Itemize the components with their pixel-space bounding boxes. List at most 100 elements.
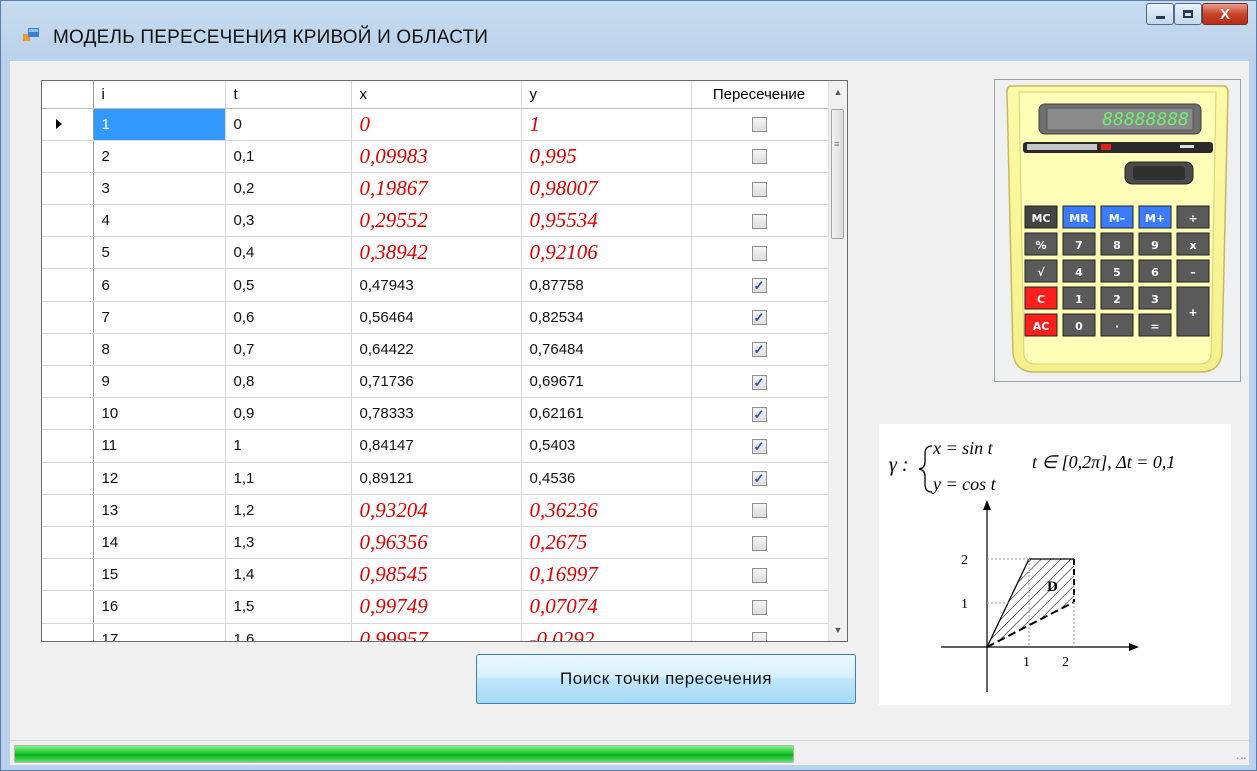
intersection-checkbox[interactable] — [751, 535, 767, 551]
column-header-y[interactable]: y — [521, 81, 692, 109]
cell-intersection[interactable]: ✓ — [691, 333, 829, 367]
row-header[interactable] — [42, 462, 94, 495]
cell-x[interactable]: 0 — [351, 108, 522, 141]
calculator-key[interactable]: 3 — [1138, 286, 1172, 310]
table-row[interactable]: 5 0,4 0,38942 0,92106 — [42, 236, 829, 270]
table-row[interactable]: 8 0,7 0,64422 0,76484 ✓ — [42, 333, 829, 367]
cell-i[interactable]: 3 — [93, 172, 226, 206]
cell-y[interactable]: 0,5403 — [521, 429, 692, 463]
calculator-key[interactable]: AC — [1024, 313, 1058, 337]
calculator-key[interactable]: = — [1138, 313, 1172, 337]
cell-intersection[interactable]: ✓ — [691, 462, 829, 495]
cell-intersection[interactable] — [691, 236, 829, 270]
cell-intersection[interactable]: ✓ — [691, 365, 829, 399]
cell-intersection[interactable] — [691, 526, 829, 560]
cell-i[interactable]: 8 — [93, 333, 226, 367]
table-row[interactable]: 7 0,6 0,56464 0,82534 ✓ — [42, 301, 829, 334]
cell-x[interactable]: 0,89121 — [351, 462, 522, 495]
cell-i[interactable]: 4 — [93, 204, 226, 238]
cell-i[interactable]: 12 — [93, 462, 226, 495]
table-row[interactable]: 12 1,1 0,89121 0,4536 ✓ — [42, 462, 829, 495]
calculator-key[interactable]: 8 — [1100, 232, 1134, 256]
table-row[interactable]: 9 0,8 0,71736 0,69671 ✓ — [42, 365, 829, 399]
cell-t[interactable]: 0,6 — [225, 301, 352, 334]
cell-y[interactable]: 0,87758 — [521, 268, 692, 302]
cell-t[interactable]: 0,1 — [225, 140, 352, 173]
scroll-thumb[interactable] — [831, 109, 844, 239]
cell-t[interactable]: 0,9 — [225, 397, 352, 431]
scroll-up-icon[interactable]: ▲ — [829, 83, 847, 101]
cell-intersection[interactable] — [691, 590, 829, 624]
row-header[interactable] — [42, 365, 94, 399]
calculator-key[interactable]: + — [1176, 286, 1210, 337]
cell-t[interactable]: 1,3 — [225, 526, 352, 560]
cell-i[interactable]: 13 — [93, 494, 226, 527]
cell-intersection[interactable] — [691, 204, 829, 238]
cell-i[interactable]: 5 — [93, 236, 226, 270]
row-header[interactable] — [42, 397, 94, 431]
row-header[interactable] — [42, 108, 94, 141]
cell-y[interactable]: 0,98007 — [521, 172, 692, 206]
intersection-checkbox[interactable]: ✓ — [751, 471, 767, 487]
cell-y[interactable]: 0,62161 — [521, 397, 692, 431]
cell-y[interactable]: 0,95534 — [521, 204, 692, 238]
cell-i[interactable]: 7 — [93, 301, 226, 334]
calculator-picture[interactable]: 88888888 MC MR M– M+ ÷% 7 8 9 x √ 4 5 6 – C 1 2 3 + AC 0 · = — [994, 79, 1241, 382]
cell-y[interactable]: 0,36236 — [521, 494, 692, 527]
cell-t[interactable]: 1,4 — [225, 558, 352, 592]
cell-intersection[interactable] — [691, 172, 829, 206]
intersection-checkbox[interactable]: ✓ — [751, 342, 767, 358]
row-header[interactable] — [42, 429, 94, 463]
table-row[interactable]: 3 0,2 0,19867 0,98007 — [42, 172, 829, 206]
cell-y[interactable]: 0,4536 — [521, 462, 692, 495]
cell-i[interactable]: 15 — [93, 558, 226, 592]
cell-intersection[interactable]: ✓ — [691, 429, 829, 463]
cell-intersection[interactable] — [691, 558, 829, 592]
row-header[interactable] — [42, 590, 94, 624]
cell-x[interactable]: 0,47943 — [351, 268, 522, 302]
table-row[interactable]: 1001 — [42, 108, 829, 141]
cell-t[interactable]: 0,3 — [225, 204, 352, 238]
cell-t[interactable]: 0,4 — [225, 236, 352, 270]
cell-intersection[interactable]: ✓ — [691, 268, 829, 302]
minimize-button[interactable] — [1146, 3, 1174, 25]
cell-y[interactable]: 0,2675 — [521, 526, 692, 560]
cell-t[interactable]: 0,7 — [225, 333, 352, 367]
cell-x[interactable]: 0,93204 — [351, 494, 522, 527]
row-header[interactable] — [42, 204, 94, 238]
column-header-intersection[interactable]: Пересечение — [691, 81, 829, 109]
scroll-down-icon[interactable]: ▼ — [829, 621, 847, 639]
cell-y[interactable]: 0,92106 — [521, 236, 692, 270]
calculator-key[interactable]: 9 — [1138, 232, 1172, 256]
intersection-checkbox[interactable] — [751, 181, 767, 197]
find-intersection-button[interactable]: Поиск точки пересечения — [476, 654, 856, 704]
intersection-checkbox[interactable] — [751, 599, 767, 615]
maximize-button[interactable] — [1174, 3, 1202, 25]
cell-intersection[interactable] — [691, 140, 829, 173]
cell-t[interactable]: 0,8 — [225, 365, 352, 399]
calculator-key[interactable]: MR — [1062, 205, 1096, 229]
row-header[interactable] — [42, 172, 94, 206]
intersection-checkbox[interactable] — [751, 117, 767, 133]
intersection-checkbox[interactable]: ✓ — [751, 310, 767, 326]
calculator-key[interactable]: M– — [1100, 205, 1134, 229]
cell-x[interactable]: 0,64422 — [351, 333, 522, 367]
column-header-i[interactable]: i — [93, 81, 226, 109]
cell-t[interactable]: 1,5 — [225, 590, 352, 624]
calculator-key[interactable]: C — [1024, 286, 1058, 310]
row-header[interactable] — [42, 558, 94, 592]
calculator-key[interactable]: x — [1176, 232, 1210, 256]
column-header-t[interactable]: t — [225, 81, 352, 109]
intersection-checkbox[interactable] — [751, 213, 767, 229]
cell-y[interactable]: 0,07074 — [521, 590, 692, 624]
cell-x[interactable]: 0,98545 — [351, 558, 522, 592]
data-grid[interactable]: i t x y Пересечение 1 0 0 1 2 0,1 0,09983 0,995… — [41, 80, 848, 642]
cell-intersection[interactable] — [691, 623, 829, 641]
table-row[interactable]: 15 1,4 0,98545 0,16997 — [42, 558, 829, 592]
intersection-checkbox[interactable] — [751, 149, 767, 165]
cell-intersection[interactable]: ✓ — [691, 301, 829, 334]
cell-t[interactable]: 1,1 — [225, 462, 352, 495]
cell-i[interactable]: 16 — [93, 590, 226, 624]
cell-t[interactable]: 1,2 — [225, 494, 352, 527]
cell-x[interactable]: 0,84147 — [351, 429, 522, 463]
